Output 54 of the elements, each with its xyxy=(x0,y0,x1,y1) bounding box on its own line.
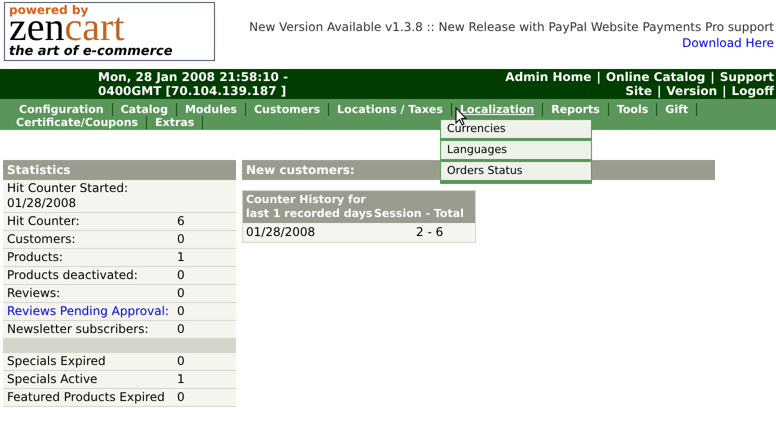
logo-slogan: the art of e-commerce xyxy=(9,45,174,58)
link-separator: | xyxy=(656,84,662,98)
stat-label: Customers: xyxy=(7,232,77,247)
table-cell: 2 - 6 xyxy=(416,225,444,240)
stat-label: Hit Counter: xyxy=(7,214,81,229)
stat-value: 1 xyxy=(177,372,185,387)
stat-value: 0 xyxy=(177,390,185,405)
column-header: Session - Total xyxy=(374,207,464,221)
panel-header: Statistics xyxy=(3,160,236,180)
version-notice: New Version Available v1.3.8 :: New Release with PayPal Website Payments Pro support xyxy=(249,19,774,35)
menu-item[interactable]: Catalog xyxy=(112,103,177,116)
stat-label: Hit Counter Started: 01/28/2008 xyxy=(7,181,130,211)
stat-value: 0 xyxy=(177,354,185,369)
timezone-ip: 0400GMT [70.104.139.187 ] xyxy=(98,84,288,98)
link-separator: | xyxy=(721,84,728,98)
download-link[interactable]: Download Here xyxy=(682,35,774,51)
stat-label: Products: xyxy=(7,250,64,265)
stat-value: 1 xyxy=(177,250,185,265)
stat-value: 0 xyxy=(177,232,185,247)
menu-item[interactable]: Reports xyxy=(543,103,609,116)
stat-label: Newsletter subscribers: xyxy=(7,322,150,337)
stat-label: Featured Products Expired xyxy=(7,390,166,405)
menu-item[interactable]: Locations / Taxes xyxy=(329,103,452,116)
header-link[interactable]: Site xyxy=(625,84,652,98)
header-link[interactable]: Online Catalog xyxy=(606,70,706,84)
stat-link[interactable]: Reviews Pending Approval: xyxy=(7,304,177,319)
header-link[interactable]: Logoff xyxy=(732,84,774,98)
column-header: Counter History for last 1 recorded days xyxy=(246,193,374,221)
header-link[interactable]: Version xyxy=(666,84,718,98)
stat-value: 0 xyxy=(177,322,185,337)
link-separator: | xyxy=(709,70,716,84)
dropdown-item[interactable]: Currencies xyxy=(441,120,591,141)
dropdown-item[interactable]: Orders Status xyxy=(441,162,591,183)
header-link[interactable]: Admin Home xyxy=(505,70,592,84)
menu-item[interactable]: Tools xyxy=(608,103,658,116)
menu-item[interactable]: Modules xyxy=(176,103,246,116)
date-time: Mon, 28 Jan 2008 21:58:10 - xyxy=(98,70,288,84)
stat-value: 0 xyxy=(177,304,185,319)
dropdown-item[interactable]: Languages xyxy=(441,141,591,162)
stat-label: Specials Expired xyxy=(7,354,107,369)
stat-value: 0 xyxy=(177,268,185,283)
stat-label: Products deactivated: xyxy=(7,268,139,283)
stat-label: Reviews: xyxy=(7,286,62,301)
table-cell-text: 01/28/2008 xyxy=(246,225,316,240)
menu-item[interactable]: Gift xyxy=(657,103,698,116)
stat-label: Specials Active xyxy=(7,372,98,387)
menu-item[interactable]: Customers xyxy=(246,103,330,116)
stat-value: 0 xyxy=(177,286,185,301)
header-link[interactable]: Support xyxy=(720,70,774,84)
menu-item[interactable]: Configuration xyxy=(11,103,113,116)
menu-item[interactable]: Extras xyxy=(147,116,204,129)
link-separator: | xyxy=(595,70,602,84)
menu-item[interactable]: Certificate/Coupons xyxy=(8,116,148,129)
stat-value: 6 xyxy=(177,214,185,229)
